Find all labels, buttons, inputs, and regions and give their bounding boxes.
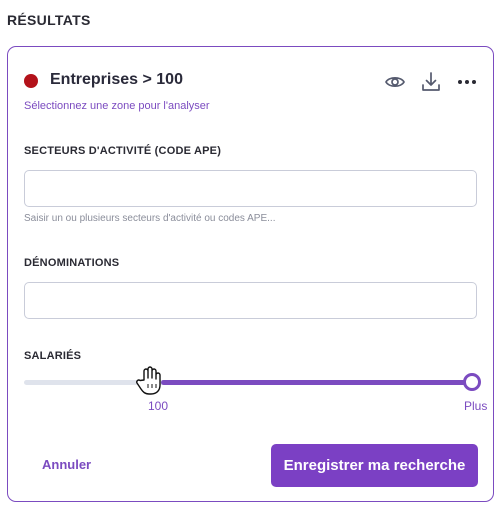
employees-range-slider[interactable] [24, 373, 481, 391]
more-options-icon[interactable] [456, 71, 478, 93]
select-zone-link[interactable]: Sélectionnez une zone pour l'analyser [24, 100, 210, 112]
save-search-button[interactable]: Enregistrer ma recherche [271, 444, 478, 487]
sectors-input[interactable] [24, 170, 477, 207]
download-icon[interactable] [420, 71, 442, 93]
denominations-label: DÉNOMINATIONS [24, 257, 120, 269]
range-max-thumb[interactable] [463, 373, 481, 391]
sectors-helper-text: Saisir un ou plusieurs secteurs d'activi… [24, 213, 276, 224]
card-title: Entreprises > 100 [50, 71, 183, 88]
section-title: RÉSULTATS [7, 12, 91, 28]
denominations-input[interactable] [24, 282, 477, 319]
employees-label: SALARIÉS [24, 350, 82, 362]
range-fill [160, 380, 479, 385]
range-min-label: 100 [148, 399, 169, 413]
cancel-button[interactable]: Annuler [42, 457, 91, 472]
results-card: Entreprises > 100 Sélectionnez une zone … [7, 46, 494, 502]
status-dot [24, 74, 38, 88]
eye-icon[interactable] [384, 71, 406, 93]
range-max-label: Plus [464, 399, 488, 413]
hand-cursor-icon[interactable] [135, 366, 163, 396]
card-header: Entreprises > 100 [24, 71, 480, 93]
sectors-label: SECTEURS D'ACTIVITÉ (CODE APE) [24, 145, 222, 157]
